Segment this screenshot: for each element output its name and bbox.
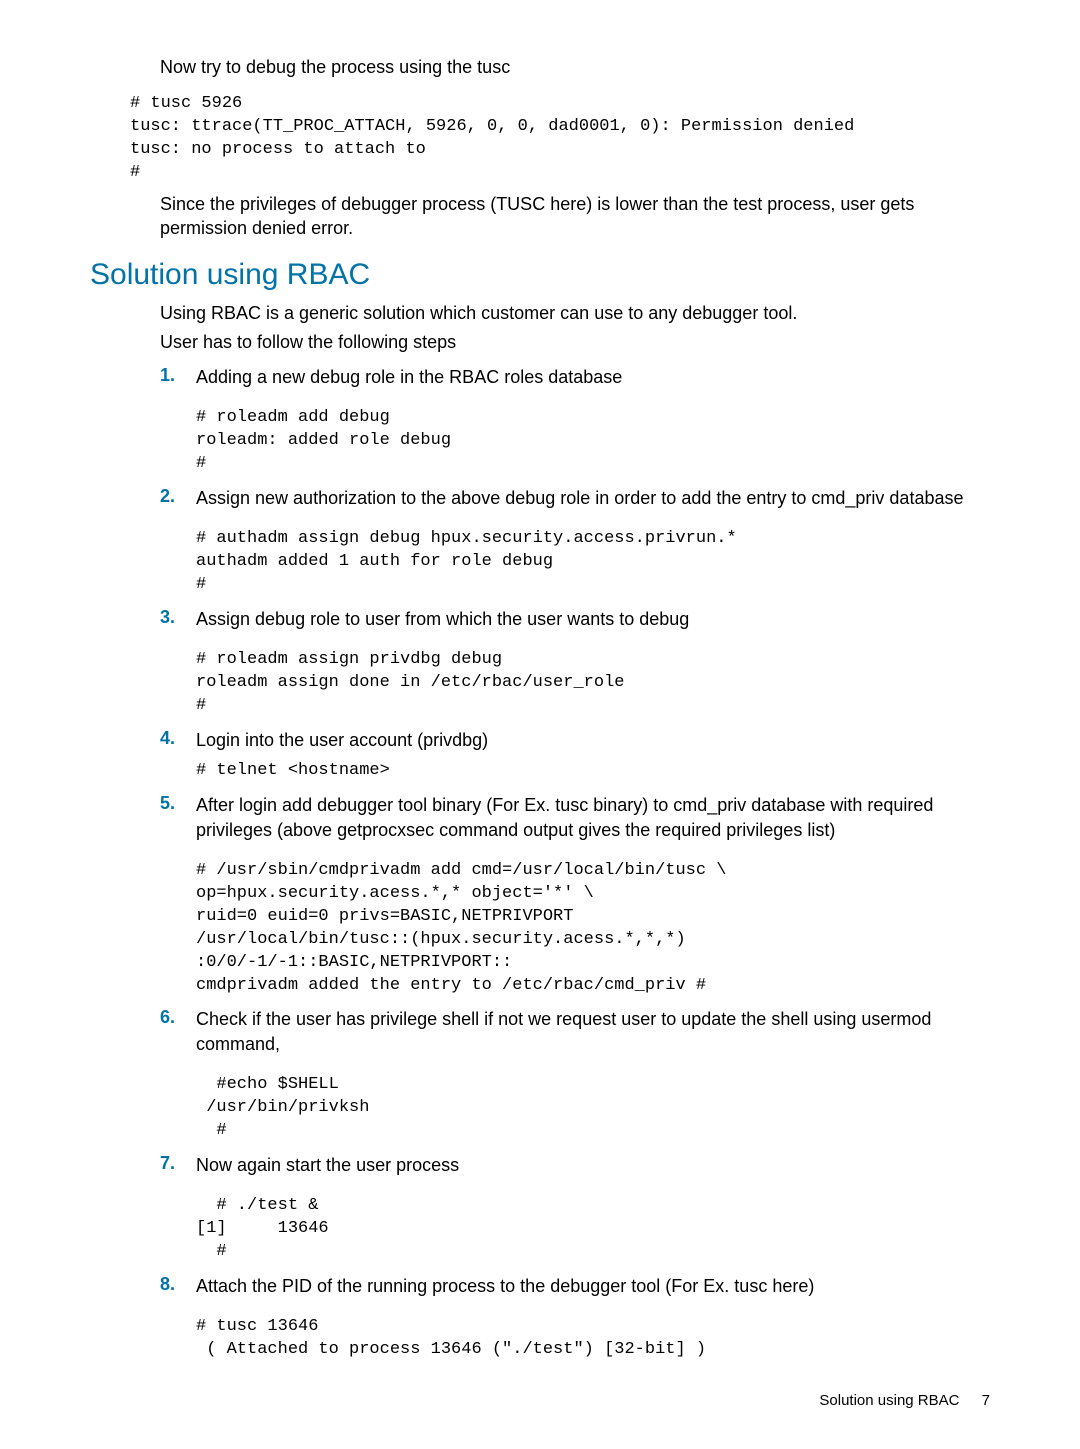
step-code: # authadm assign debug hpux.security.acc… bbox=[196, 528, 990, 597]
code-block-1: # tusc 5926 tusc: ttrace(TT_PROC_ATTACH,… bbox=[130, 93, 990, 185]
step-code: # telnet <hostname> bbox=[196, 760, 990, 783]
step-item: After login add debugger tool binary (Fo… bbox=[160, 793, 990, 997]
step-item: Now again start the user process # ./tes… bbox=[160, 1153, 990, 1264]
section-heading: Solution using RBAC bbox=[90, 258, 990, 292]
step-text: After login add debugger tool binary (Fo… bbox=[196, 793, 990, 842]
step-item: Adding a new debug role in the RBAC role… bbox=[160, 365, 990, 476]
step-text: Now again start the user process bbox=[196, 1153, 990, 1177]
after-code-text: Since the privileges of debugger process… bbox=[160, 193, 990, 240]
step-text: Assign debug role to user from which the… bbox=[196, 607, 990, 631]
rbac-intro-1: Using RBAC is a generic solution which c… bbox=[160, 302, 990, 325]
page-content: Now try to debug the process using the t… bbox=[0, 0, 1080, 1449]
rbac-intro-2: User has to follow the following steps bbox=[160, 331, 990, 354]
page-footer: Solution using RBAC 7 bbox=[90, 1392, 990, 1409]
steps-list: Adding a new debug role in the RBAC role… bbox=[160, 365, 990, 1362]
step-code: # roleadm assign privdbg debug roleadm a… bbox=[196, 649, 990, 718]
step-code: # tusc 13646 ( Attached to process 13646… bbox=[196, 1316, 990, 1362]
step-text: Check if the user has privilege shell if… bbox=[196, 1007, 990, 1056]
step-item: Attach the PID of the running process to… bbox=[160, 1274, 990, 1362]
step-code: # roleadm add debug roleadm: added role … bbox=[196, 407, 990, 476]
step-text: Assign new authorization to the above de… bbox=[196, 486, 990, 510]
step-text: Login into the user account (privdbg) bbox=[196, 728, 990, 752]
step-item: Login into the user account (privdbg) # … bbox=[160, 728, 990, 783]
step-item: Assign debug role to user from which the… bbox=[160, 607, 990, 718]
step-code: # /usr/sbin/cmdprivadm add cmd=/usr/loca… bbox=[196, 860, 990, 998]
footer-text: Solution using RBAC bbox=[819, 1392, 959, 1409]
step-item: Check if the user has privilege shell if… bbox=[160, 1007, 990, 1142]
step-code: # ./test & [1] 13646 # bbox=[196, 1195, 990, 1264]
step-code: #echo $SHELL /usr/bin/privksh # bbox=[196, 1074, 990, 1143]
footer-page-number: 7 bbox=[982, 1392, 990, 1409]
intro-text: Now try to debug the process using the t… bbox=[160, 56, 990, 79]
step-text: Attach the PID of the running process to… bbox=[196, 1274, 990, 1298]
step-text: Adding a new debug role in the RBAC role… bbox=[196, 365, 990, 389]
step-item: Assign new authorization to the above de… bbox=[160, 486, 990, 597]
